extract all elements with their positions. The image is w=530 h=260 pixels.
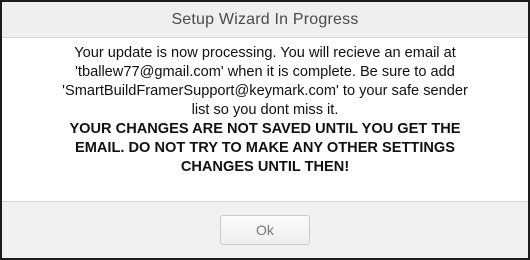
- warning-line: EMAIL. DO NOT TRY TO MAKE ANY OTHER SETT…: [75, 140, 455, 156]
- message-line: list so you dont miss it.: [191, 102, 339, 118]
- dialog-footer: Ok: [2, 201, 528, 258]
- warning-line: CHANGES UNTIL THEN!: [180, 159, 350, 175]
- setup-wizard-dialog: Setup Wizard In Progress Your update is …: [0, 0, 530, 260]
- dialog-header: Setup Wizard In Progress: [2, 2, 528, 38]
- dialog-body: Your update is now processing. You will …: [2, 38, 528, 201]
- warning-message: YOUR CHANGES ARE NOT SAVED UNTIL YOU GET…: [15, 120, 515, 177]
- dialog-title: Setup Wizard In Progress: [171, 10, 359, 28]
- message-line: 'SmartBuildFramerSupport@keymark.com' to…: [62, 83, 468, 99]
- message-line: Your update is now processing. You will …: [74, 45, 456, 61]
- ok-button[interactable]: Ok: [220, 215, 310, 245]
- warning-line: YOUR CHANGES ARE NOT SAVED UNTIL YOU GET…: [69, 121, 461, 137]
- message-line: 'tballew77@gmail.com' when it is complet…: [75, 64, 455, 80]
- status-message: Your update is now processing. You will …: [15, 44, 515, 120]
